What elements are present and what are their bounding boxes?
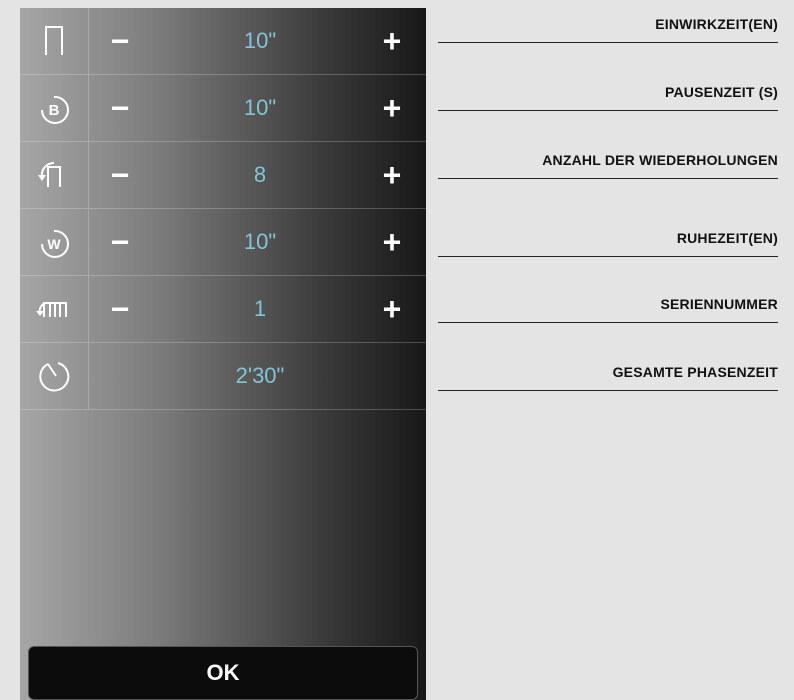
settings-panel: − 10" + B − 10" + − 8 + W − 10" + − 1 + …: [20, 8, 426, 700]
rest-time-plus-button[interactable]: +: [372, 209, 412, 275]
contraction-time-label: EINWIRKZEIT(EN): [438, 16, 778, 43]
series-label: SERIENNUMMER: [438, 296, 778, 323]
rest-time-minus-button[interactable]: −: [100, 209, 140, 275]
timer-icon: [20, 343, 89, 409]
series-row: − 1 +: [20, 276, 426, 343]
rest-time-row: W − 10" +: [20, 209, 426, 276]
repetitions-minus-button[interactable]: −: [100, 142, 140, 208]
pause-time-minus-button[interactable]: −: [100, 75, 140, 141]
repetitions-plus-button[interactable]: +: [372, 142, 412, 208]
svg-text:W: W: [47, 236, 61, 252]
repetitions-value: 8: [253, 162, 267, 187]
pause-time-label: PAUSENZEIT (S): [438, 84, 778, 111]
contraction-time-icon: [20, 8, 89, 74]
total-time-value: 2'30": [235, 363, 285, 388]
contraction-time-row: − 10" +: [20, 8, 426, 75]
repetitions-row: − 8 +: [20, 142, 426, 209]
total-time-row: 2'30": [20, 343, 426, 410]
pause-time-value: 10": [243, 95, 277, 120]
pause-time-plus-button[interactable]: +: [372, 75, 412, 141]
svg-text:B: B: [49, 102, 60, 119]
contraction-time-value: 10": [243, 28, 277, 53]
ok-button[interactable]: OK: [28, 646, 418, 700]
contraction-time-minus-button[interactable]: −: [100, 8, 140, 74]
pause-b-icon: B: [20, 75, 89, 141]
rest-w-icon: W: [20, 209, 89, 275]
repetitions-label: ANZAHL DER WIEDERHOLUNGEN: [438, 152, 778, 179]
repetitions-icon: [20, 142, 89, 208]
total-time-label: GESAMTE PHASENZEIT: [438, 364, 778, 391]
series-value: 1: [253, 296, 267, 321]
rest-time-label: RUHEZEIT(EN): [438, 230, 778, 257]
series-minus-button[interactable]: −: [100, 276, 140, 342]
pause-time-row: B − 10" +: [20, 75, 426, 142]
contraction-time-plus-button[interactable]: +: [372, 8, 412, 74]
rest-time-value: 10": [243, 229, 277, 254]
series-plus-button[interactable]: +: [372, 276, 412, 342]
series-icon: [20, 276, 89, 342]
